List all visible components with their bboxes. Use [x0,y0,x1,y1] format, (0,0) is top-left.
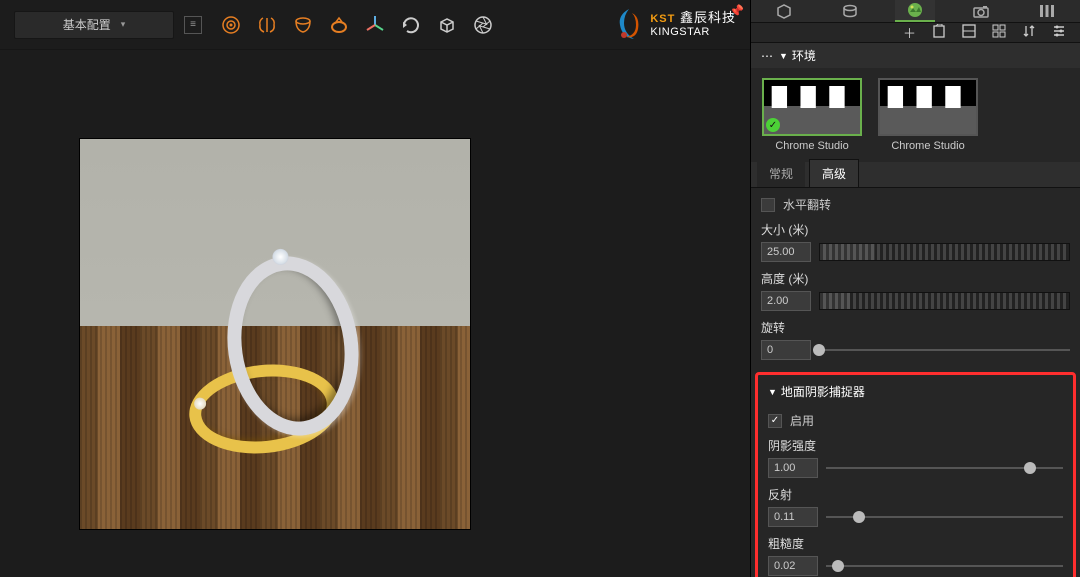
grid-icon[interactable] [992,24,1006,41]
reflect-input[interactable]: 0.11 [768,507,818,527]
tab-environment[interactable] [895,0,935,22]
tab-material[interactable] [830,0,870,22]
rotate-slider[interactable] [819,342,1070,358]
target-icon[interactable] [220,14,242,36]
ring-icon[interactable] [328,14,350,36]
collapse-icon: ▼ [779,51,788,61]
scan-icon[interactable] [962,24,976,41]
strength-label: 阴影强度 [768,437,1063,454]
enable-checkbox[interactable]: ✓ [768,414,782,428]
subtab-advanced[interactable]: 高级 [809,159,859,187]
sort-icon[interactable] [1022,24,1036,41]
height-input[interactable]: 2.00 [761,291,811,311]
render-viewport[interactable] [0,50,750,577]
box-icon[interactable] [436,14,458,36]
aperture-icon[interactable] [472,14,494,36]
list-icon[interactable]: ≡ [184,16,202,34]
reflect-label: 反射 [768,486,1063,503]
rough-slider[interactable] [826,558,1063,574]
rotate-label: 旋转 [761,319,1070,336]
pin-icon[interactable]: 📌 [729,4,744,18]
env-thumb-0[interactable]: ✓ [762,78,862,136]
section-shadow[interactable]: ▼ 地面阴影捕捉器 [758,379,1073,404]
add-icon[interactable]: ＋ [903,23,916,42]
tab-scene[interactable] [764,0,804,22]
render-output [80,139,470,529]
strength-slider[interactable] [826,460,1063,476]
config-label: 基本配置 [63,16,111,33]
refresh-icon[interactable] [400,14,422,36]
strength-input[interactable]: 1.00 [768,458,818,478]
top-toolbar: 基本配置 ▾ ≡ 📌 KST 鑫辰科技 KINGSTAR [0,0,750,50]
rotate-input[interactable]: 0 [761,340,811,360]
enable-label: 启用 [790,412,814,429]
rough-label: 粗糙度 [768,535,1063,552]
properties-panel: ＋ ⋯ ▼ 环境 ✓ Chrome Studio Chrome Studio 常… [750,0,1080,577]
collapse-icon: ▼ [768,387,777,397]
tab-camera[interactable] [961,0,1001,22]
axis-icon[interactable] [364,14,386,36]
tab-layout[interactable] [1027,0,1067,22]
env-thumb-1[interactable] [878,78,978,136]
chevron-down-icon: ▾ [121,19,126,30]
brain-icon[interactable] [256,14,278,36]
flip-label: 水平翻转 [783,196,831,213]
height-bar[interactable] [819,292,1070,310]
import-icon[interactable] [932,24,946,41]
size-bar[interactable] [819,243,1070,261]
section-environment[interactable]: ⋯ ▼ 环境 [751,42,1080,68]
subtab-general[interactable]: 常规 [757,160,805,187]
flip-checkbox[interactable] [761,198,775,212]
brand-logo: KST 鑫辰科技 KINGSTAR [614,7,736,43]
config-dropdown[interactable]: 基本配置 ▾ [14,11,174,39]
check-icon: ✓ [766,118,780,132]
size-input[interactable]: 25.00 [761,242,811,262]
size-label: 大小 (米) [761,221,1070,238]
rough-input[interactable]: 0.02 [768,556,818,576]
environment-thumbnails: ✓ Chrome Studio Chrome Studio [751,68,1080,162]
reflect-slider[interactable] [826,509,1063,525]
dots-icon: ⋯ [761,49,775,63]
filter-icon[interactable] [1052,24,1066,41]
height-label: 高度 (米) [761,270,1070,287]
cup-icon[interactable] [292,14,314,36]
